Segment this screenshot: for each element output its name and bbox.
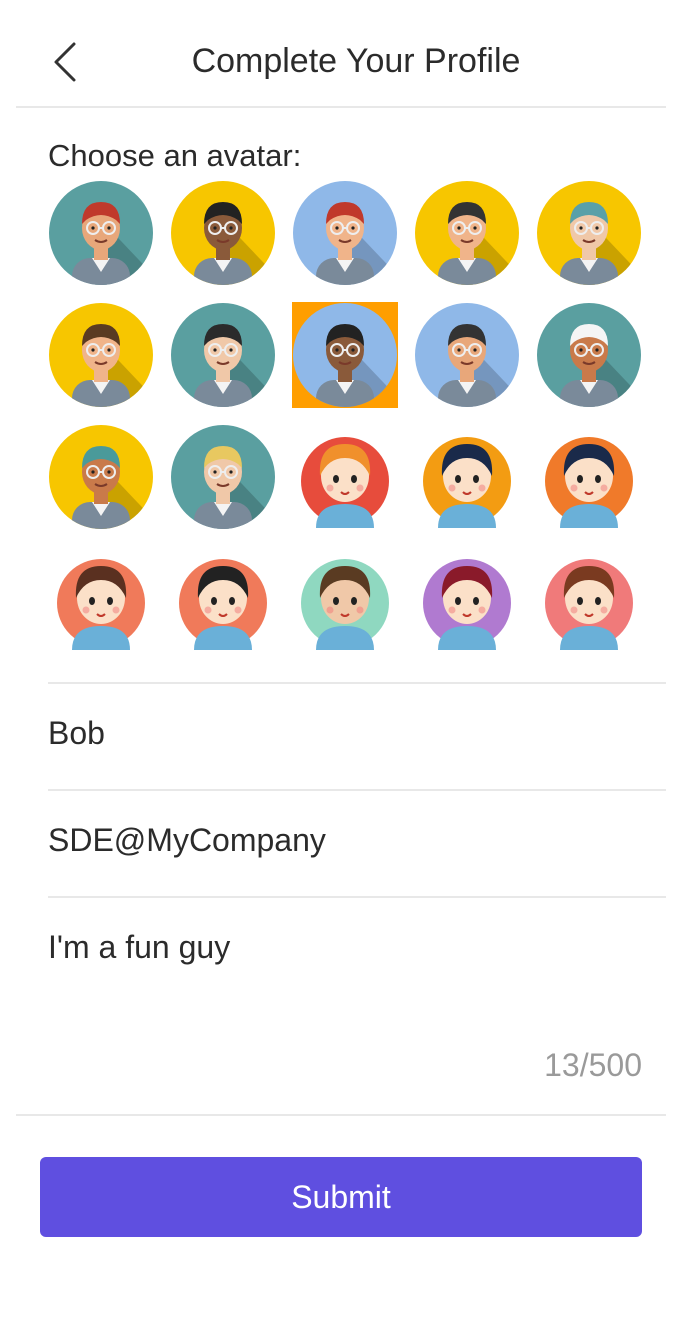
avatar-option-14[interactable] (414, 424, 520, 530)
avatar-option-6[interactable] (48, 302, 154, 408)
avatar-option-12[interactable] (170, 424, 276, 530)
woman-white-hat-avatar (537, 303, 641, 407)
avatar-section-label: Choose an avatar: (48, 138, 302, 173)
boy-blue-glasses-avatar (536, 424, 642, 530)
man-beard-glasses-avatar (49, 303, 153, 407)
avatar-option-13[interactable] (292, 424, 398, 530)
bio-textarea[interactable]: I'm a fun guy (48, 929, 230, 966)
avatar-option-20[interactable] (536, 546, 642, 652)
avatar-option-2[interactable] (170, 180, 276, 286)
woman-scarf-glasses-avatar (48, 546, 154, 652)
avatar-option-19[interactable] (414, 546, 520, 652)
avatar-option-1[interactable] (48, 180, 154, 286)
avatar-option-10[interactable] (536, 302, 642, 408)
header: Complete Your Profile (0, 0, 682, 107)
girl-orange-bun-avatar (292, 424, 398, 530)
submit-button[interactable]: Submit (40, 1157, 642, 1237)
woman-red-hair-avatar (293, 181, 397, 285)
avatar-option-11[interactable] (48, 424, 154, 530)
avatar-option-5[interactable] (536, 180, 642, 286)
avatar-option-4[interactable] (414, 180, 520, 286)
man-beard-avatar (415, 303, 519, 407)
man-mustache-bowtie-avatar (415, 181, 519, 285)
name-field[interactable]: Bob (48, 715, 105, 752)
man-teal-hat-avatar (49, 425, 153, 529)
woman-red-glasses-avatar (171, 303, 275, 407)
name-divider (48, 789, 666, 791)
woman-crown-avatar (414, 546, 520, 652)
bio-divider (16, 1114, 666, 1116)
man-beard-suit-avatar (292, 546, 398, 652)
man-dark-skin-glasses-avatar (293, 303, 397, 407)
avatar-option-17[interactable] (170, 546, 276, 652)
page-title: Complete Your Profile (191, 42, 521, 80)
avatar-option-16[interactable] (48, 546, 154, 652)
title-divider (48, 896, 666, 898)
man-glasses-orange-avatar (536, 546, 642, 652)
woman-teal-hair-glasses-avatar (537, 181, 641, 285)
boy-laughing-avatar (170, 546, 276, 652)
avatar-option-18[interactable] (292, 546, 398, 652)
avatar-grid (48, 180, 648, 655)
avatar-option-15[interactable] (536, 424, 642, 530)
man-glasses-dark-skin-avatar (171, 181, 275, 285)
bio-char-counter: 13/500 (544, 1047, 642, 1083)
avatar-option-7[interactable] (170, 302, 276, 408)
avatar-option-8[interactable] (292, 302, 398, 408)
girl-ponytail-mask-avatar (414, 424, 520, 530)
blonde-woman-glasses-avatar (171, 425, 275, 529)
avatar-divider (48, 682, 666, 684)
avatar-option-9[interactable] (414, 302, 520, 408)
header-divider (16, 106, 666, 108)
avatar-option-3[interactable] (292, 180, 398, 286)
title-field[interactable]: SDE@MyCompany (48, 822, 326, 859)
man-red-cap-beard-avatar (49, 181, 153, 285)
